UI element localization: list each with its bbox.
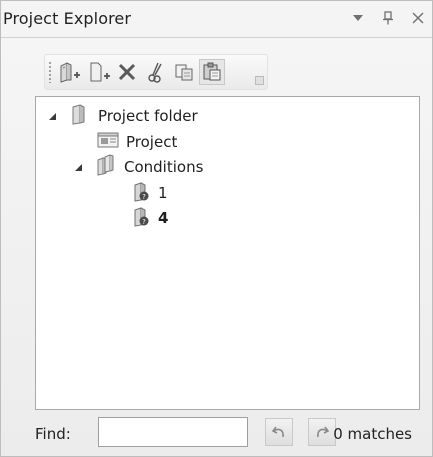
- folder-icon: [68, 103, 98, 129]
- expanded-arrow-icon[interactable]: [48, 107, 62, 125]
- tree-item-label: 1: [158, 184, 168, 202]
- expanded-arrow-icon[interactable]: [74, 158, 88, 176]
- tree-item-conditions[interactable]: Conditions: [74, 154, 204, 180]
- find-input[interactable]: [98, 417, 248, 447]
- match-count: 0 matches: [333, 425, 412, 443]
- project-icon: [96, 130, 126, 154]
- redo-icon[interactable]: [308, 418, 336, 446]
- panel-title: Project Explorer: [3, 9, 132, 28]
- tree-item-label: Conditions: [124, 158, 204, 176]
- project-explorer-panel: Project Explorer Project folder Project …: [0, 0, 433, 457]
- tree-item-condition-1[interactable]: ? 1: [132, 181, 168, 205]
- tree-item-label: 4: [158, 209, 169, 227]
- toolbar-grip[interactable]: [48, 61, 52, 83]
- tree-item-label: Project folder: [98, 107, 198, 125]
- condition-icon: ?: [132, 180, 158, 206]
- condition-icon: ?: [132, 205, 158, 231]
- project-tree: Project folder Project Conditions ? 1 ? …: [35, 96, 420, 410]
- svg-text:?: ?: [142, 218, 146, 226]
- delete-icon[interactable]: [114, 59, 140, 85]
- find-bar: Find: 0 matches: [35, 415, 418, 451]
- dropdown-arrow-icon[interactable]: [350, 9, 366, 27]
- add-folder-icon[interactable]: [57, 59, 83, 85]
- tree-item-project[interactable]: Project: [96, 130, 177, 154]
- undo-icon[interactable]: [265, 418, 293, 446]
- pin-icon[interactable]: [380, 9, 396, 27]
- close-icon[interactable]: [410, 9, 426, 27]
- add-item-icon[interactable]: [86, 59, 112, 85]
- explorer-toolbar: [44, 54, 268, 90]
- toolbar-overflow-button[interactable]: [255, 76, 264, 85]
- conditions-icon: [94, 154, 124, 180]
- panel-title-bar: Project Explorer: [1, 1, 432, 38]
- cut-icon[interactable]: [143, 59, 169, 85]
- copy-icon[interactable]: [171, 59, 197, 85]
- title-controls: [350, 9, 426, 27]
- tree-item-label: Project: [126, 133, 178, 151]
- tree-item-condition-4[interactable]: ? 4: [132, 206, 168, 230]
- paste-icon[interactable]: [199, 59, 225, 85]
- tree-item-project-folder[interactable]: Project folder: [48, 104, 198, 128]
- svg-text:?: ?: [142, 193, 146, 201]
- find-label: Find:: [35, 425, 71, 443]
